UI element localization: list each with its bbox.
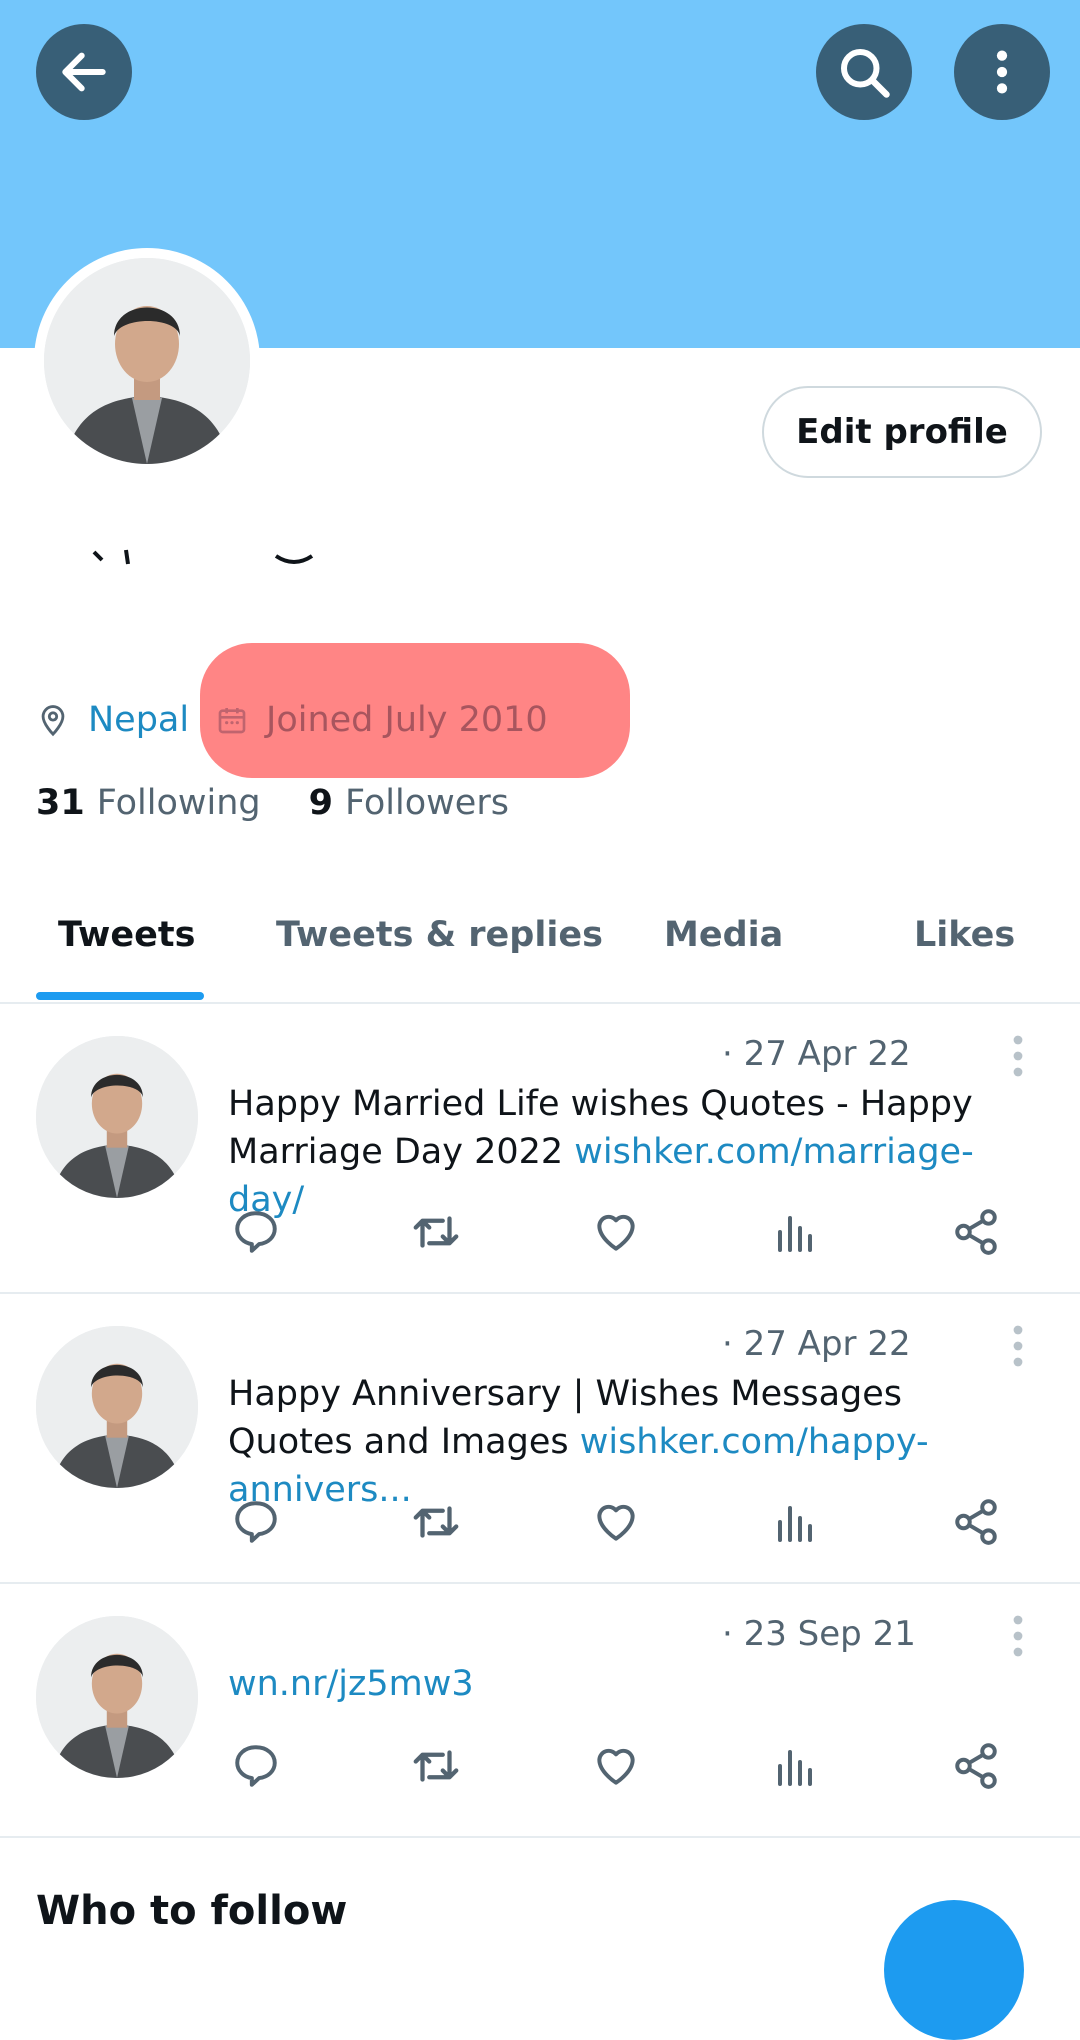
- more-vertical-icon[interactable]: [1006, 1034, 1030, 1078]
- location-link[interactable]: Nepal: [88, 700, 189, 740]
- tab-likes[interactable]: Likes: [914, 900, 1015, 970]
- followers-count: 9: [308, 783, 333, 823]
- more-vertical-icon[interactable]: [1006, 1324, 1030, 1368]
- retweet-button[interactable]: [408, 1494, 464, 1550]
- tweet-avatar[interactable]: [36, 1616, 198, 1778]
- edit-profile-button[interactable]: Edit profile: [762, 386, 1042, 478]
- arrow-left-icon: [62, 52, 106, 92]
- following-link[interactable]: 31 Following: [36, 783, 261, 823]
- retweet-button[interactable]: [408, 1738, 464, 1794]
- like-button[interactable]: [588, 1494, 644, 1550]
- more-vertical-icon[interactable]: [1006, 1614, 1030, 1658]
- reply-button[interactable]: [228, 1204, 284, 1260]
- tweet-actions: [228, 1494, 1028, 1550]
- calendar-icon: [218, 708, 246, 734]
- tweet-date: · 27 Apr 22: [722, 1324, 911, 1364]
- comment-icon: [235, 1211, 277, 1253]
- location-item: Nepal: [36, 692, 189, 748]
- tweet-body: wn.nr/jz5mw3: [228, 1660, 1018, 1708]
- reply-button[interactable]: [228, 1494, 284, 1550]
- tweet-date: · 23 Sep 21: [722, 1614, 916, 1654]
- tab-tweets-replies[interactable]: Tweets & replies: [276, 900, 603, 970]
- compose-tweet-button[interactable]: [884, 1900, 1024, 2040]
- analytics-icon: [778, 1216, 812, 1252]
- joined-item: Joined July 2010: [216, 692, 548, 748]
- tweet-avatar[interactable]: [36, 1036, 198, 1198]
- tweet-actions: [228, 1204, 1028, 1260]
- more-options-button[interactable]: [954, 24, 1050, 120]
- heart-icon: [597, 1504, 635, 1541]
- active-tab-indicator: [36, 992, 204, 1000]
- joined-date: Joined July 2010: [266, 700, 548, 740]
- tweet-link[interactable]: wn.nr/jz5mw3: [228, 1664, 474, 1704]
- following-label: Following: [96, 783, 261, 823]
- followers-link[interactable]: 9 Followers: [309, 783, 509, 823]
- tweet-body: Happy Anniversary | Wishes Messages Quot…: [228, 1370, 1018, 1514]
- retweet-icon: [413, 1750, 459, 1782]
- search-icon: [841, 49, 890, 98]
- reply-button[interactable]: [228, 1738, 284, 1794]
- more-vertical-icon: [996, 50, 1008, 94]
- tab-media[interactable]: Media: [664, 900, 783, 970]
- like-button[interactable]: [588, 1738, 644, 1794]
- share-button[interactable]: [948, 1204, 1004, 1260]
- profile-tabs: Tweets Tweets & replies Media Likes: [0, 900, 1080, 1004]
- tab-tweets[interactable]: Tweets: [58, 900, 195, 970]
- heart-icon: [597, 1748, 635, 1785]
- section-divider: [0, 1836, 1080, 1838]
- followers-label: Followers: [345, 783, 509, 823]
- avatar-photo: [44, 258, 250, 464]
- tweet-item[interactable]: · 23 Sep 21 wn.nr/jz5mw3: [0, 1584, 1080, 1836]
- edit-profile-label: Edit profile: [796, 412, 1008, 452]
- analytics-icon: [778, 1750, 812, 1786]
- follow-stats: 31 Following 9 Followers: [36, 778, 509, 828]
- tweet-date: · 27 Apr 22: [722, 1034, 911, 1074]
- share-icon: [955, 1743, 997, 1789]
- tweet-body: Happy Married Life wishes Quotes - Happy…: [228, 1080, 1018, 1224]
- views-button[interactable]: [768, 1494, 824, 1550]
- profile-avatar[interactable]: [34, 248, 260, 474]
- share-icon: [955, 1499, 997, 1545]
- retweet-icon: [413, 1216, 459, 1248]
- who-to-follow-heading: Who to follow: [36, 1888, 348, 1934]
- back-button[interactable]: [36, 24, 132, 120]
- search-button[interactable]: [816, 24, 912, 120]
- retweet-button[interactable]: [408, 1204, 464, 1260]
- share-icon: [955, 1209, 997, 1255]
- location-pin-icon: [41, 705, 65, 737]
- tweet-avatar[interactable]: [36, 1326, 198, 1488]
- retweet-icon: [413, 1506, 459, 1538]
- comment-icon: [235, 1745, 277, 1787]
- share-button[interactable]: [948, 1738, 1004, 1794]
- views-button[interactable]: [768, 1738, 824, 1794]
- tweet-item[interactable]: · 27 Apr 22 Happy Married Life wishes Qu…: [0, 1004, 1080, 1292]
- tweet-item[interactable]: · 27 Apr 22 Happy Anniversary | Wishes M…: [0, 1294, 1080, 1582]
- tweet-actions: [228, 1738, 1028, 1794]
- comment-icon: [235, 1501, 277, 1543]
- views-button[interactable]: [768, 1204, 824, 1260]
- like-button[interactable]: [588, 1204, 644, 1260]
- heart-icon: [597, 1214, 635, 1251]
- share-button[interactable]: [948, 1494, 1004, 1550]
- redacted-name: [92, 549, 314, 565]
- analytics-icon: [778, 1506, 812, 1542]
- following-count: 31: [36, 783, 85, 823]
